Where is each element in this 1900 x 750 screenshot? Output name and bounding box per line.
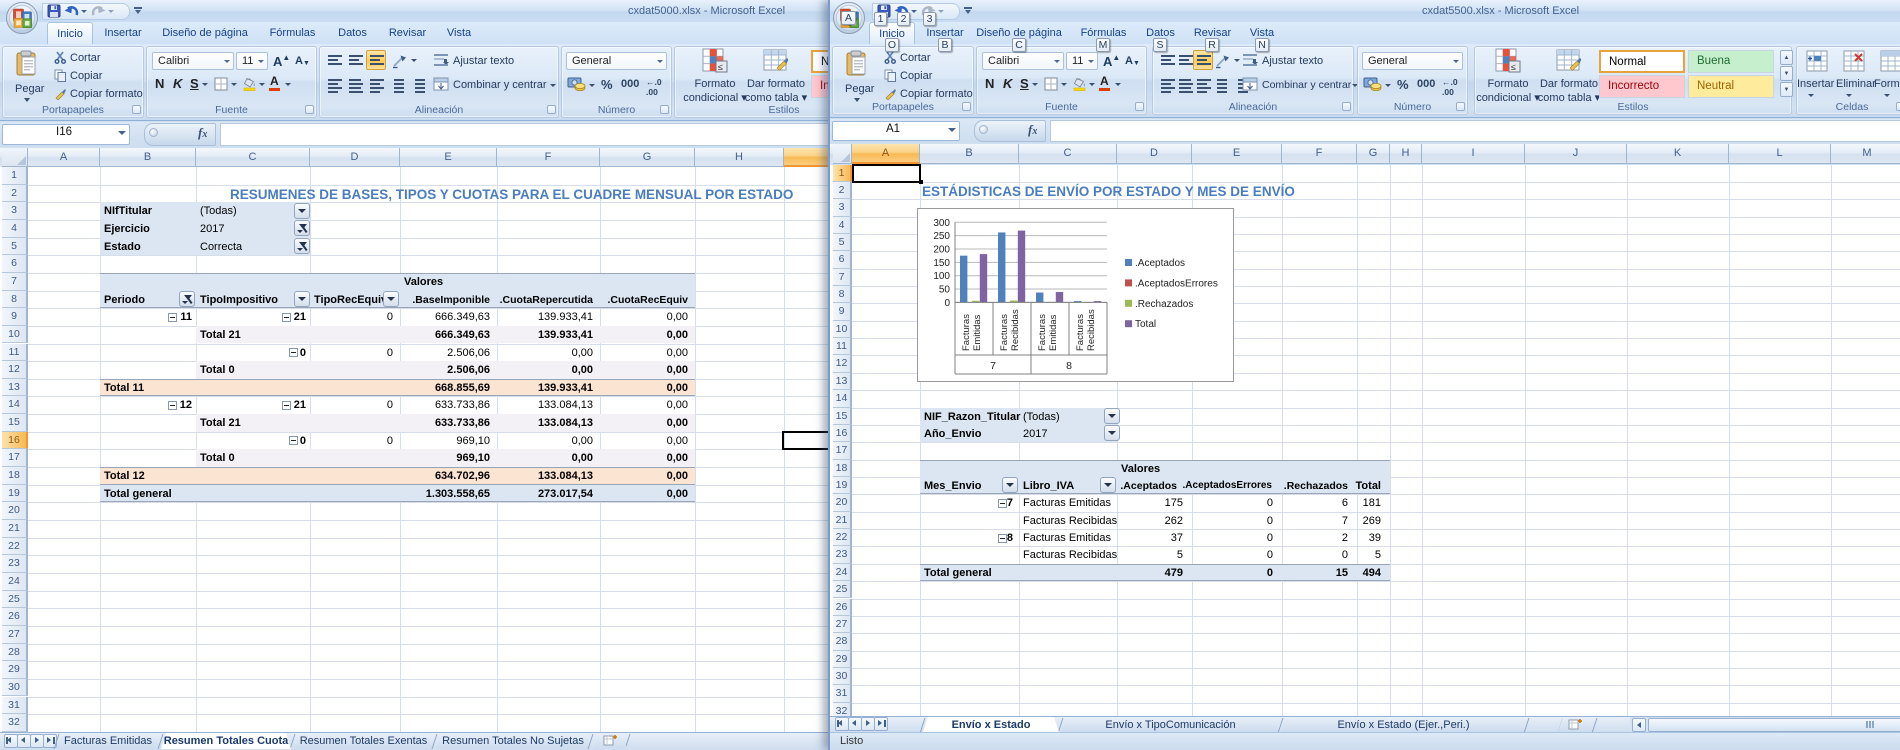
svg-text:.AceptadosErrores: .AceptadosErrores (1135, 278, 1218, 289)
svg-text:Emitidas: Emitidas (1048, 314, 1059, 351)
svg-text:300: 300 (933, 218, 950, 229)
svg-text:150: 150 (933, 258, 950, 269)
svg-text:.Aceptados: .Aceptados (1135, 258, 1185, 269)
svg-text:≤: ≤ (1511, 62, 1516, 72)
svg-text:Facturas: Facturas (961, 314, 972, 351)
svg-text:Total: Total (1135, 319, 1156, 330)
svg-text:Facturas: Facturas (999, 314, 1010, 351)
svg-text:100: 100 (933, 271, 950, 282)
svg-text:Emitidas: Emitidas (972, 314, 983, 351)
svg-text:200: 200 (933, 245, 950, 256)
svg-text:.Rechazados: .Rechazados (1135, 299, 1193, 310)
svg-text:Recibidas: Recibidas (1086, 309, 1097, 351)
svg-text:50: 50 (939, 285, 951, 296)
svg-text:7: 7 (990, 360, 996, 372)
svg-text:250: 250 (933, 231, 950, 242)
svg-text:Facturas: Facturas (1075, 314, 1086, 351)
svg-text:Recibidas: Recibidas (1010, 309, 1021, 351)
svg-text:0: 0 (944, 298, 950, 309)
svg-text:≤: ≤ (718, 62, 723, 72)
svg-text:8: 8 (1066, 360, 1072, 372)
svg-text:Facturas: Facturas (1037, 314, 1048, 351)
